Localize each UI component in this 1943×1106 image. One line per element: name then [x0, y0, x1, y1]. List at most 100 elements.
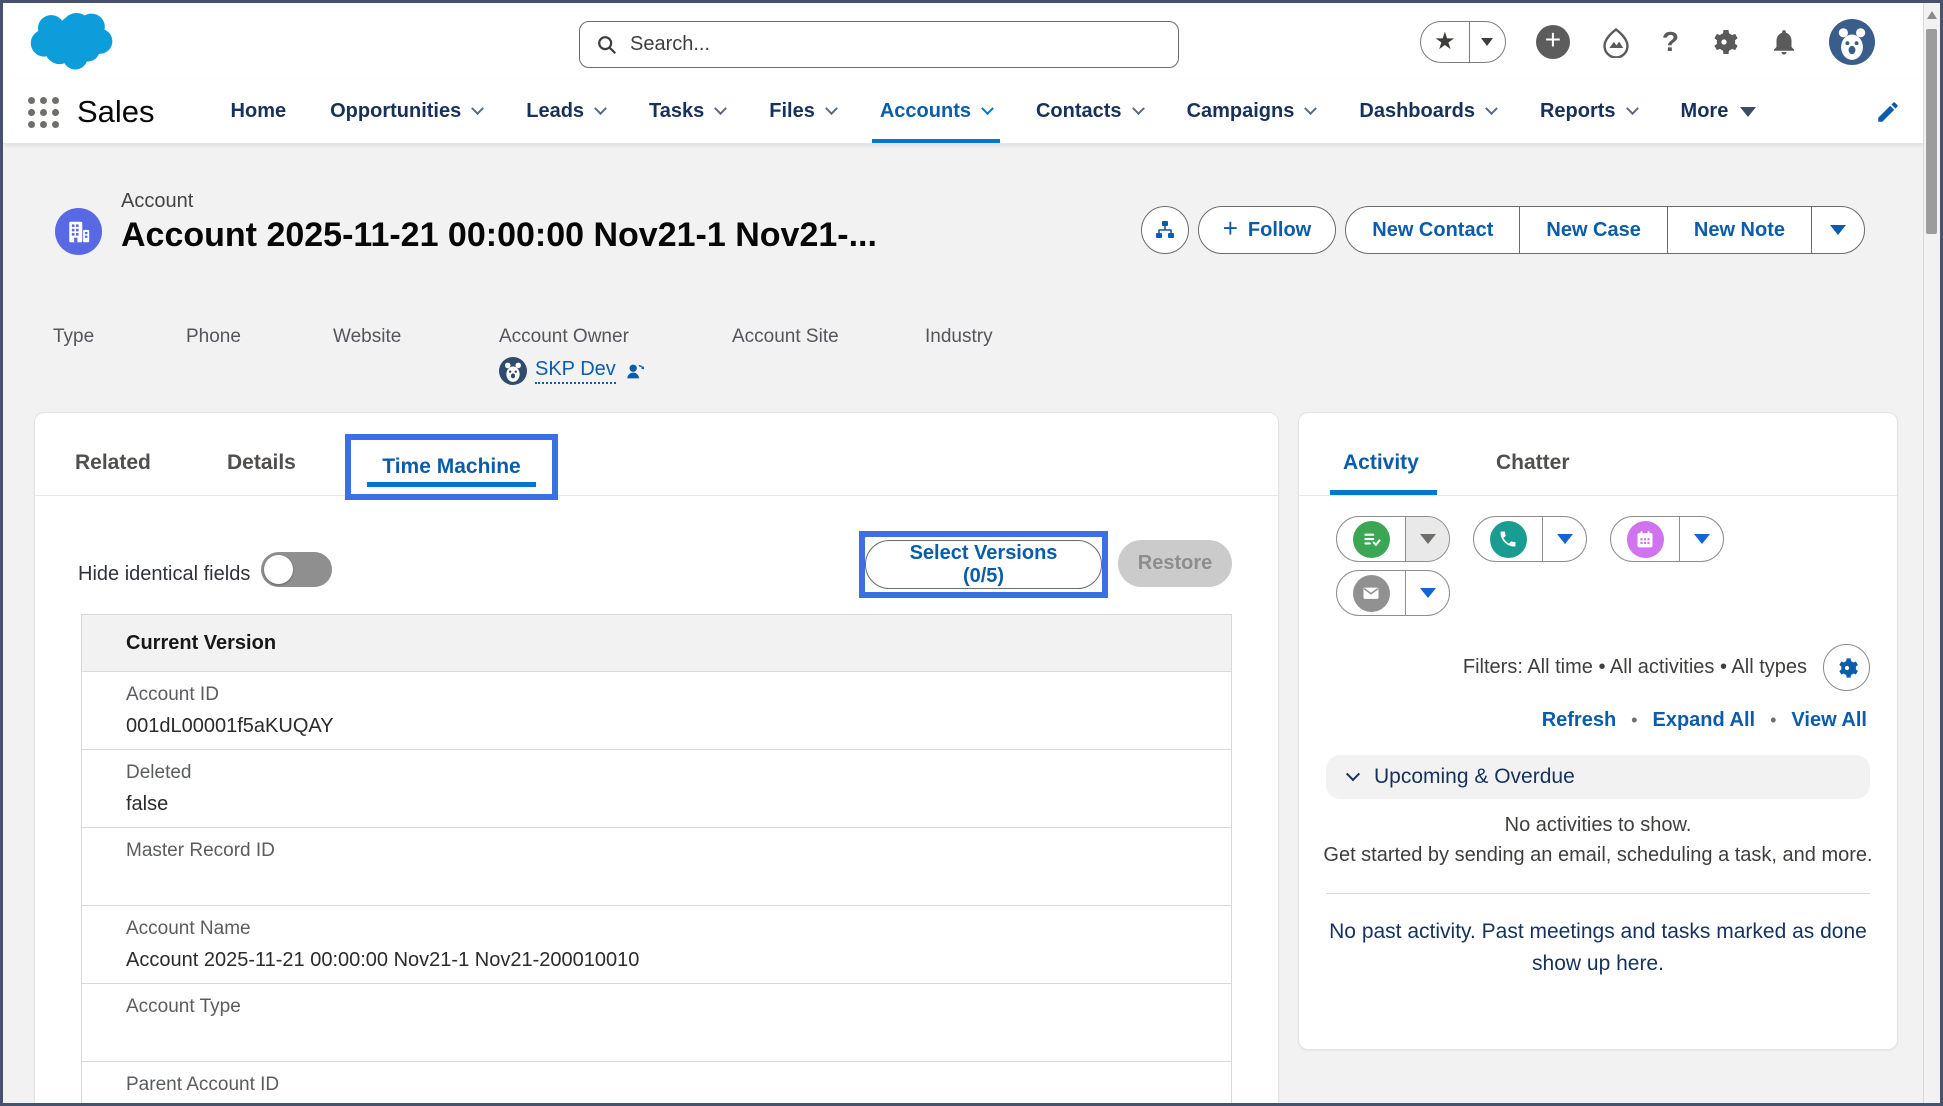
- owner-link[interactable]: SKP Dev: [535, 358, 616, 384]
- annotation-box-select-versions: Select Versions (0/5): [859, 531, 1108, 598]
- app-launcher-icon[interactable]: [25, 94, 61, 130]
- hide-identical-fields-label: Hide identical fields: [78, 563, 250, 586]
- log-call-dropdown-button[interactable]: [1542, 517, 1586, 561]
- favorite-star-icon[interactable]: ★: [1421, 22, 1469, 62]
- activity-settings-gear-icon[interactable]: [1823, 644, 1870, 691]
- activity-links: Refresh • Expand All • View All: [1542, 709, 1867, 732]
- new-event-dropdown-button[interactable]: [1679, 517, 1723, 561]
- nav-tab-accounts[interactable]: Accounts: [880, 80, 992, 143]
- refresh-link[interactable]: Refresh: [1542, 709, 1616, 732]
- nav-tab-campaigns[interactable]: Campaigns: [1187, 80, 1316, 143]
- row-value: Account 2025-11-21 00:00:00 Nov21-1 Nov2…: [126, 949, 1231, 972]
- new-event-button[interactable]: [1611, 517, 1679, 561]
- scrollbar-thumb[interactable]: [1926, 29, 1937, 234]
- edit-nav-pencil-icon[interactable]: [1875, 99, 1901, 125]
- email-icon: [1353, 575, 1390, 612]
- new-task-button[interactable]: [1337, 517, 1405, 561]
- table-row: Deleted false: [82, 750, 1231, 828]
- task-dropdown-button[interactable]: [1405, 517, 1449, 561]
- email-button-group: [1336, 570, 1450, 616]
- more-actions-dropdown-button[interactable]: [1811, 207, 1864, 253]
- field-label-type: Type: [53, 326, 186, 348]
- triangle-down-icon: [1740, 107, 1756, 117]
- row-value: [126, 1027, 1231, 1049]
- chevron-down-icon: [1485, 102, 1498, 115]
- setup-gear-icon[interactable]: [1709, 27, 1739, 57]
- view-all-link[interactable]: View All: [1791, 709, 1867, 732]
- global-header: ★ + ?: [3, 3, 1923, 80]
- favorites-button-group: ★: [1420, 21, 1506, 63]
- table-row: Account Type: [82, 984, 1231, 1062]
- salesforce-window: ★ + ?: [0, 0, 1943, 1106]
- tab-time-machine[interactable]: Time Machine: [382, 455, 521, 479]
- field-label-industry: Industry: [925, 326, 993, 348]
- tab-related[interactable]: Related: [75, 451, 151, 475]
- table-row: Parent Account ID: [82, 1062, 1231, 1106]
- tab-chatter[interactable]: Chatter: [1496, 451, 1570, 475]
- row-value: [126, 871, 1231, 893]
- row-label: Parent Account ID: [126, 1074, 1231, 1096]
- select-versions-button[interactable]: Select Versions (0/5): [865, 540, 1102, 589]
- table-header: Current Version: [82, 615, 1231, 672]
- nav-tab-more[interactable]: More: [1681, 80, 1757, 143]
- global-actions-icon[interactable]: +: [1536, 25, 1570, 59]
- new-note-button[interactable]: New Note: [1667, 207, 1811, 253]
- table-row: Master Record ID: [82, 828, 1231, 906]
- vertical-scrollbar[interactable]: [1923, 3, 1940, 1103]
- email-button[interactable]: [1337, 571, 1405, 615]
- chevron-down-icon: [471, 102, 484, 115]
- row-label: Deleted: [126, 762, 1231, 784]
- upcoming-overdue-section[interactable]: Upcoming & Overdue: [1326, 755, 1870, 799]
- new-contact-button[interactable]: New Contact: [1346, 207, 1519, 253]
- row-label: Account ID: [126, 684, 1231, 706]
- nav-tab-home[interactable]: Home: [231, 80, 287, 143]
- get-started-text: Get started by sending an email, schedul…: [1299, 844, 1897, 867]
- tab-activity[interactable]: Activity: [1343, 451, 1419, 475]
- nav-tab-reports[interactable]: Reports: [1540, 80, 1637, 143]
- nav-tab-leads[interactable]: Leads: [526, 80, 605, 143]
- salesforce-logo: [29, 9, 117, 73]
- record-action-button-group: New Contact New Case New Note: [1345, 206, 1865, 254]
- separator-dot: •: [1631, 710, 1637, 731]
- calendar-icon: [1627, 521, 1664, 558]
- new-event-button-group: [1610, 516, 1724, 562]
- activity-filters: Filters: All time • All activities • All…: [1463, 644, 1870, 691]
- favorites-dropdown-button[interactable]: [1469, 22, 1505, 62]
- account-owner-value: SKP Dev: [499, 357, 732, 385]
- record-title: Account 2025-11-21 00:00:00 Nov21-1 Nov2…: [121, 216, 877, 255]
- filters-text: Filters: All time • All activities • All…: [1463, 656, 1807, 679]
- scrollbar-up-arrow[interactable]: [1927, 11, 1937, 19]
- nav-tab-contacts[interactable]: Contacts: [1036, 80, 1143, 143]
- nav-tab-opportunities[interactable]: Opportunities: [330, 80, 482, 143]
- hide-identical-fields-toggle[interactable]: [261, 552, 332, 587]
- new-task-button-group: [1336, 516, 1450, 562]
- user-avatar[interactable]: [1829, 19, 1875, 65]
- record-detail-card: Related Details Time Machine Hide identi…: [34, 412, 1279, 1106]
- nav-tab-files[interactable]: Files: [769, 80, 836, 143]
- app-name: Sales: [77, 94, 155, 130]
- account-hierarchy-button[interactable]: [1141, 206, 1189, 254]
- change-owner-icon[interactable]: [624, 360, 646, 382]
- search-input[interactable]: [630, 33, 1162, 56]
- trailhead-icon[interactable]: [1600, 26, 1632, 58]
- follow-button[interactable]: + Follow: [1198, 206, 1337, 254]
- email-dropdown-button[interactable]: [1405, 571, 1449, 615]
- nav-tab-dashboards[interactable]: Dashboards: [1359, 80, 1496, 143]
- log-call-button[interactable]: [1474, 517, 1542, 561]
- task-icon: [1353, 521, 1390, 558]
- field-label-account-owner: Account Owner: [499, 326, 732, 348]
- field-label-account-site: Account Site: [732, 326, 925, 348]
- nav-tab-tasks[interactable]: Tasks: [649, 80, 725, 143]
- new-case-button[interactable]: New Case: [1519, 207, 1667, 253]
- no-past-activity-text: No past activity. Past meetings and task…: [1327, 916, 1869, 979]
- restore-button[interactable]: Restore: [1118, 540, 1232, 587]
- row-label: Account Type: [126, 996, 1231, 1018]
- nav-tabs: Home Opportunities Leads Tasks Files Acc…: [231, 80, 1875, 143]
- separator-dot: •: [1770, 710, 1776, 731]
- chevron-down-icon: [981, 102, 994, 115]
- expand-all-link[interactable]: Expand All: [1652, 709, 1755, 732]
- notifications-bell-icon[interactable]: [1769, 27, 1799, 57]
- help-icon[interactable]: ?: [1662, 26, 1679, 58]
- tab-details[interactable]: Details: [227, 451, 296, 475]
- current-version-table: Current Version Account ID 001dL00001f5a…: [81, 614, 1232, 1106]
